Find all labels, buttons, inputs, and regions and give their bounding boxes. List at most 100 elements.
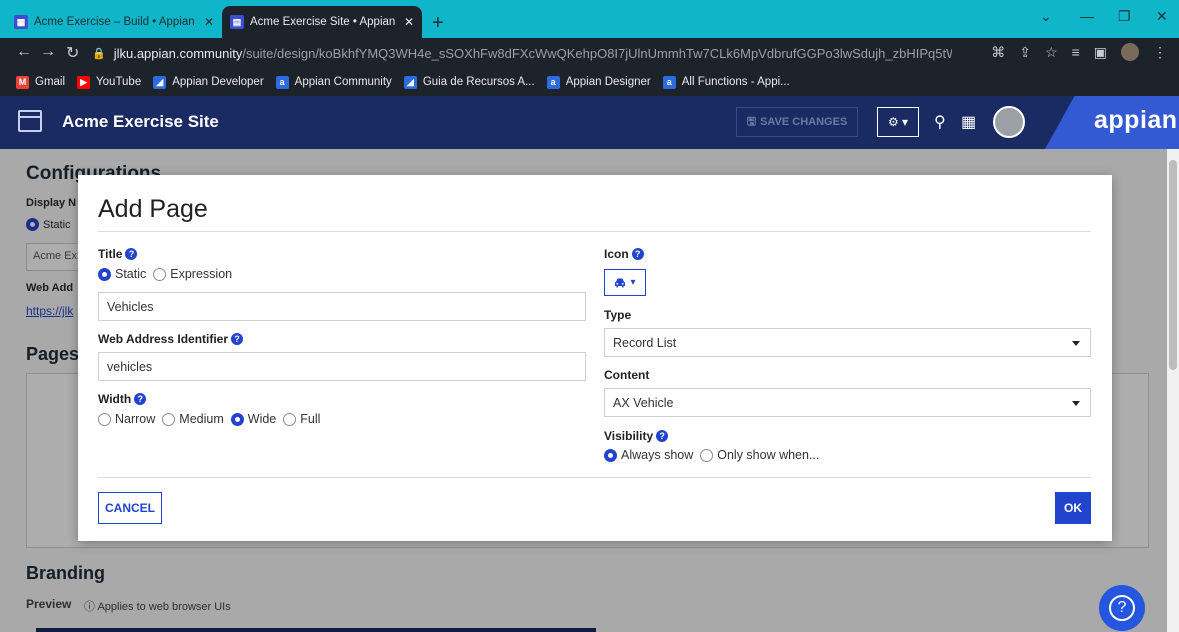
avatar[interactable]: [993, 106, 1025, 138]
radio-dot: [98, 267, 111, 281]
radio-dot: [98, 412, 111, 426]
new-tab-button[interactable]: +: [432, 12, 444, 35]
radio-dot: [604, 448, 617, 462]
chevron-down-icon[interactable]: ⌄: [1040, 8, 1052, 25]
share-icon[interactable]: ⇪: [1019, 44, 1031, 61]
type-label-text: Type: [604, 308, 632, 322]
radio-medium[interactable]: Medium: [162, 412, 224, 426]
menu-icon[interactable]: ⋮: [1153, 44, 1167, 61]
radio-dot: [230, 412, 244, 426]
radio-full[interactable]: Full: [283, 412, 320, 426]
url-host: jlku.appian.community: [113, 45, 243, 61]
web-address-label-text: Web Address Identifier: [98, 332, 229, 346]
bookmark-item[interactable]: M Gmail: [16, 75, 66, 89]
ok-button[interactable]: OK: [1055, 492, 1091, 524]
help-icon[interactable]: ?: [231, 333, 244, 345]
bookmark-favicon-icon: ◢: [403, 75, 417, 89]
radio-narrow[interactable]: Narrow: [98, 412, 155, 426]
radio-dot: [283, 412, 297, 426]
bookmark-label: Appian Developer: [172, 76, 264, 88]
lock-icon: 🔒: [92, 47, 106, 60]
radio-expression[interactable]: Expression: [153, 267, 232, 281]
radio-label: Full: [300, 412, 321, 426]
radio-label: Only show when...: [717, 448, 820, 462]
bookmarks-bar: M Gmail ▶ YouTube ◢ Appian Developer a Appian C…: [0, 68, 1179, 96]
scrollbar-thumb[interactable]: [1169, 160, 1177, 370]
gear-icon: ⚙ ▾: [887, 115, 909, 129]
width-label: Width ?: [98, 392, 147, 406]
bookmark-label: Gmail: [35, 76, 66, 88]
visibility-label-text: Visibility: [604, 429, 654, 443]
cancel-button[interactable]: CANCEL: [98, 492, 162, 524]
address-bar[interactable]: 🔒 jlku.appian.community /suite/design/ko…: [92, 41, 952, 65]
title-value: Vehicles: [107, 299, 154, 314]
help-icon[interactable]: ?: [134, 393, 147, 405]
icon-label: Icon ?: [604, 247, 644, 261]
restore-icon[interactable]: ❐: [1118, 8, 1131, 25]
save-changes-button[interactable]: 🖫 SAVE CHANGES: [736, 107, 858, 137]
radio-only-show-when[interactable]: Only show when...: [700, 448, 819, 462]
radio-wide[interactable]: Wide: [230, 412, 276, 426]
help-button[interactable]: ?: [1099, 585, 1145, 631]
bookmark-item[interactable]: a Appian Designer: [546, 75, 651, 89]
tab-build[interactable]: ▦ Acme Exercise – Build • Appian D ✕: [6, 6, 222, 38]
bookmark-item[interactable]: ◢ Guia de Recursos A...: [403, 75, 535, 89]
help-icon[interactable]: ?: [631, 248, 644, 260]
car-icon: [615, 278, 626, 287]
bookmark-item[interactable]: ▶ YouTube: [77, 75, 141, 89]
bookmark-label: All Functions - Appi...: [681, 76, 790, 88]
tab-site[interactable]: ▤ Acme Exercise Site • Appian Site ✕: [222, 6, 422, 38]
content-value: AX Vehicle: [613, 395, 674, 410]
title-mode-radio-group: Static Expression: [98, 267, 239, 281]
width-label-text: Width: [98, 392, 132, 406]
star-icon[interactable]: ☆: [1045, 44, 1058, 61]
bookmark-item[interactable]: a All Functions - Appi...: [662, 75, 790, 89]
save-label: SAVE CHANGES: [760, 116, 848, 128]
bookmark-label: Guia de Recursos A...: [422, 76, 535, 88]
question-icon: ?: [1109, 595, 1135, 621]
radio-always-show[interactable]: Always show: [604, 448, 693, 462]
minimize-icon[interactable]: —: [1080, 8, 1094, 24]
browser-toolbar: ← → ↻ 🔒 jlku.appian.community /suite/des…: [0, 38, 1179, 68]
bookmark-item[interactable]: ◢ Appian Developer: [153, 75, 264, 89]
radio-label: Static: [115, 267, 147, 281]
icon-picker-button[interactable]: ▾: [604, 269, 646, 296]
save-icon: 🖫: [746, 115, 757, 128]
web-address-input[interactable]: vehicles: [98, 352, 586, 381]
divider: [98, 231, 1091, 232]
translate-icon[interactable]: ⌘: [991, 44, 1005, 61]
window-close-icon[interactable]: ✕: [1156, 8, 1168, 25]
title-input[interactable]: Vehicles: [98, 292, 586, 321]
content-label-text: Content: [604, 368, 650, 382]
type-value: Record List: [613, 335, 677, 350]
profile-avatar[interactable]: [1121, 43, 1139, 61]
caret-down-icon: [1072, 341, 1080, 346]
radio-label: Narrow: [115, 412, 156, 426]
settings-menu-button[interactable]: ⚙ ▾: [877, 107, 919, 137]
visibility-label: Visibility ?: [604, 429, 669, 443]
reading-list-icon[interactable]: ≡: [1072, 44, 1080, 60]
help-icon[interactable]: ?: [656, 430, 669, 442]
forward-icon[interactable]: →: [40, 43, 56, 61]
bookmark-item[interactable]: a Appian Community: [275, 75, 392, 89]
bookmark-favicon-icon: a: [662, 75, 676, 89]
content-select[interactable]: AX Vehicle: [604, 388, 1091, 417]
type-label: Type: [604, 308, 631, 322]
reload-icon[interactable]: ↻: [66, 43, 79, 63]
url-path: /suite/design/koBkhfYMQ3WH4e_sSOXhFw8dFX…: [242, 45, 952, 61]
back-icon[interactable]: ←: [16, 43, 32, 61]
search-objects-icon[interactable]: ⚲: [934, 112, 946, 132]
help-icon[interactable]: ?: [125, 248, 138, 260]
caret-down-icon: [1072, 401, 1080, 406]
site-title: Acme Exercise Site: [62, 112, 219, 131]
bookmark-favicon-icon: a: [546, 75, 560, 89]
apps-grid-icon[interactable]: ▦: [961, 112, 976, 132]
radio-static[interactable]: Static: [98, 267, 146, 281]
close-tab-icon[interactable]: ✕: [204, 15, 214, 29]
close-tab-icon[interactable]: ✕: [404, 15, 414, 29]
bookmark-favicon-icon: a: [275, 75, 289, 89]
type-select[interactable]: Record List: [604, 328, 1091, 357]
sidepanel-icon[interactable]: ▣: [1094, 44, 1107, 61]
bookmark-label: Appian Designer: [565, 76, 651, 88]
browser-tab-bar: ▦ Acme Exercise – Build • Appian D ✕ ▤ A…: [0, 0, 1179, 38]
